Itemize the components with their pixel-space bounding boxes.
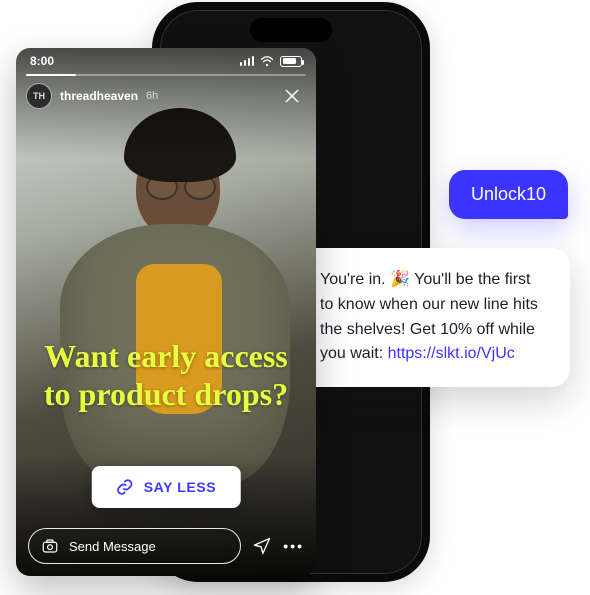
story-headline: Want early access to product drops? <box>16 338 316 414</box>
story-cta-button[interactable]: SAY LESS <box>92 466 241 508</box>
cellular-signal-icon <box>240 56 255 66</box>
paper-plane-icon <box>252 536 272 556</box>
link-icon <box>116 478 134 496</box>
outgoing-message-bubble: Unlock10 <box>449 170 568 219</box>
incoming-message-link[interactable]: https://slkt.io/VjUc <box>388 345 515 362</box>
reply-placeholder: Send Message <box>69 539 156 554</box>
avatar-initials: TH <box>33 91 45 101</box>
camera-icon <box>41 537 59 555</box>
status-time: 8:00 <box>30 54 54 68</box>
battery-icon <box>280 56 302 67</box>
phone-status-bar: 8:00 <box>16 54 316 68</box>
wifi-icon <box>260 56 274 67</box>
story-header: TH threadheaven 6h <box>26 82 306 110</box>
story-age: 6h <box>146 90 158 102</box>
outgoing-message-text: Unlock10 <box>471 184 546 204</box>
story-progress-bar[interactable] <box>26 74 306 76</box>
story-reply-bar: Send Message ••• <box>28 528 304 564</box>
more-options-button[interactable]: ••• <box>283 535 304 557</box>
close-story-button[interactable] <box>278 82 306 110</box>
story-author-handle[interactable]: threadheaven <box>60 89 138 103</box>
cta-label: SAY LESS <box>144 479 217 495</box>
ellipsis-icon: ••• <box>283 538 304 554</box>
close-icon <box>283 87 301 105</box>
send-message-input[interactable]: Send Message <box>28 528 241 564</box>
status-icons <box>240 56 303 67</box>
incoming-message-bubble: You're in. 🎉 You'll be the first to know… <box>298 248 570 387</box>
share-button[interactable] <box>251 535 273 557</box>
story-author-avatar[interactable]: TH <box>26 83 52 109</box>
instagram-story-card: 8:00 TH threadheaven 6h Want early acces… <box>16 48 316 576</box>
